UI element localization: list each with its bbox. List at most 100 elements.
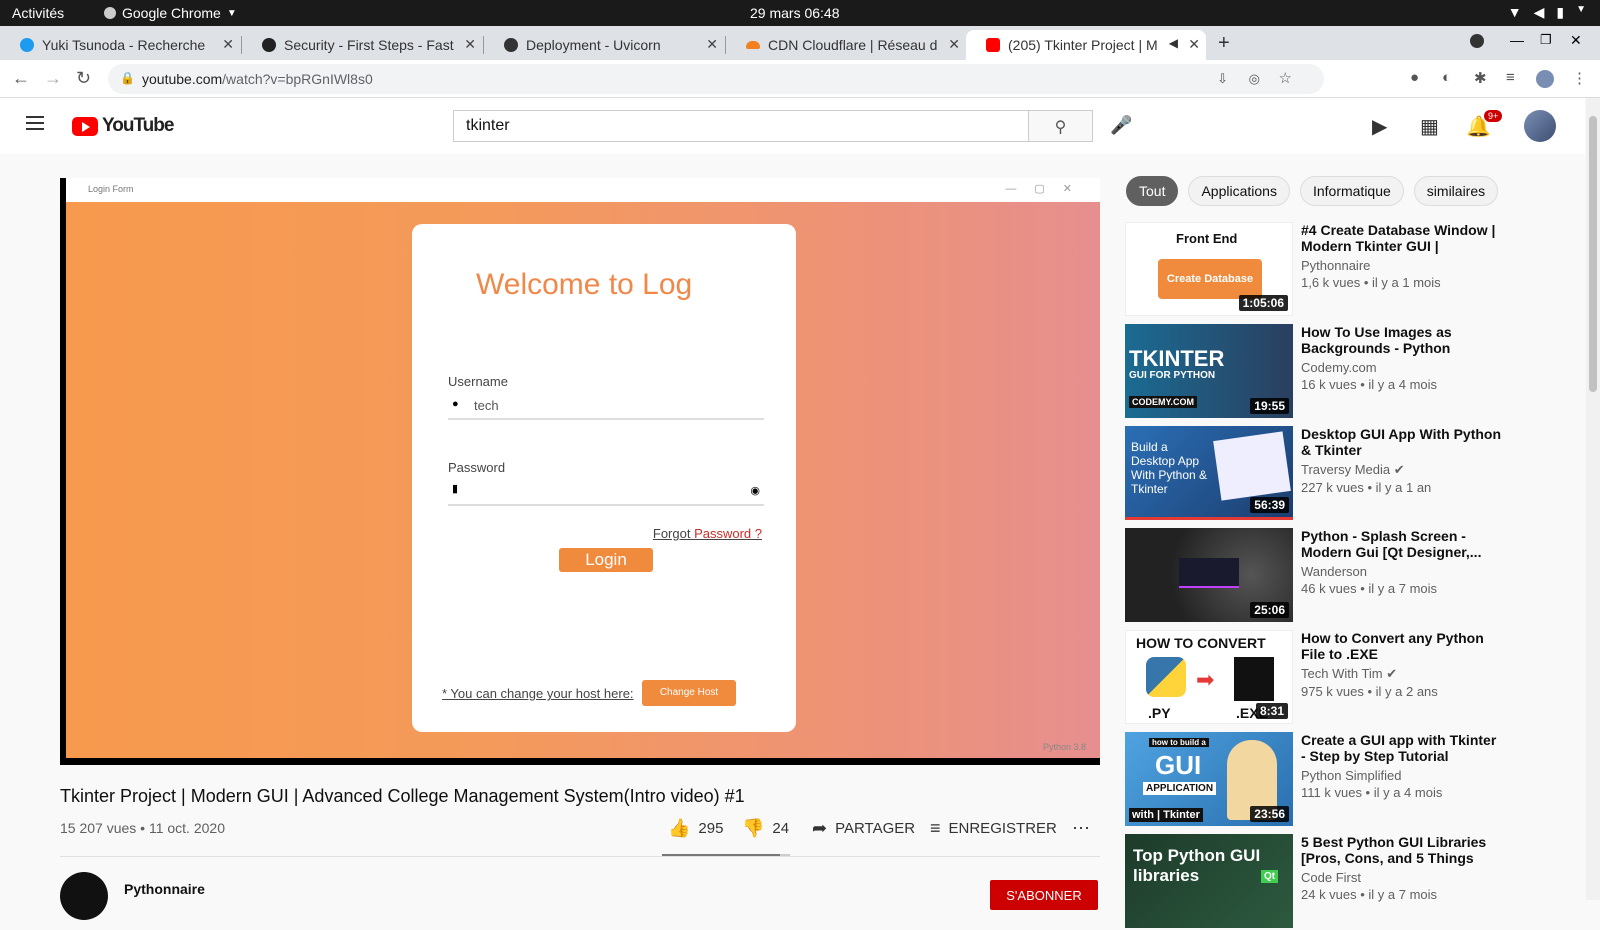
tab-2[interactable]: Deployment - Uvicorn ✕ <box>484 30 724 60</box>
youtube-logo[interactable]: YouTube <box>72 115 174 137</box>
video-thumbnail[interactable]: TKINTER GUI FOR PYTHON CODEMY.COM 19:55 <box>1125 324 1293 418</box>
video-thumbnail[interactable]: Front End Create Database 1:05:06 <box>1125 222 1293 316</box>
video-thumbnail[interactable]: 25:06 <box>1125 528 1293 622</box>
minimize-icon[interactable]: — <box>1510 32 1524 48</box>
puzzle-icon[interactable]: ✱ <box>1474 69 1487 87</box>
speaker-icon[interactable]: ◀ <box>1169 36 1178 50</box>
fastapi-icon <box>262 38 276 52</box>
more-actions-button[interactable]: ⋯ <box>1072 818 1090 839</box>
menu-icon[interactable] <box>26 116 44 130</box>
tab-1[interactable]: Security - First Steps - Fast ✕ <box>242 30 482 60</box>
dislike-button[interactable]: 👎 24 <box>742 818 789 839</box>
close-icon[interactable]: ✕ <box>1188 36 1200 53</box>
duration-badge: 8:31 <box>1255 703 1288 719</box>
tab-search-icon[interactable] <box>1470 34 1484 48</box>
duration-badge: 1:05:06 <box>1238 295 1288 311</box>
cloudflare-icon <box>746 41 760 49</box>
tab-4[interactable]: (205) Tkinter Project | M ◀ ✕ <box>966 30 1206 60</box>
subscribe-button[interactable]: S'ABONNER <box>990 880 1098 910</box>
tab-3[interactable]: CDN Cloudflare | Réseau d ✕ <box>726 30 966 60</box>
browser-toolbar: ← → ↻ 🔒 youtube.com/watch?v=bpRGnIWl8s0 … <box>0 60 1600 98</box>
system-top-bar: Activités Google Chrome ▼ 29 mars 06:48 … <box>0 0 1600 26</box>
app-menu[interactable]: Google Chrome ▼ <box>104 5 237 21</box>
clock[interactable]: 29 mars 06:48 <box>750 5 840 21</box>
extension-icon[interactable]: ● <box>1410 69 1419 86</box>
close-icon[interactable]: ✕ <box>222 36 234 53</box>
chip-applications[interactable]: Applications <box>1188 176 1290 206</box>
activities-button[interactable]: Activités <box>12 5 64 21</box>
page-scrollbar[interactable] <box>1586 98 1600 900</box>
recommendation-item[interactable]: Front End Create Database 1:05:06 #4 Cre… <box>1125 222 1500 318</box>
chrome-icon <box>104 7 116 19</box>
recommendation-item[interactable]: Top Python GUI libraries Qt 5 Best Pytho… <box>1125 834 1500 930</box>
search-button[interactable]: ⚲ <box>1029 110 1093 142</box>
app-titlebar: Login Form —▢✕ <box>66 178 1100 202</box>
thumb-gui-text: GUI <box>1155 750 1202 780</box>
recommendation-item[interactable]: Build a Desktop App With Python & Tkinte… <box>1125 426 1501 522</box>
extension-icon[interactable]: ◐ <box>1442 69 1451 86</box>
welcome-heading: Welcome to Log <box>476 268 693 301</box>
recommendation-item[interactable]: 25:06 Python - Splash Screen - Modern Gu… <box>1125 528 1500 624</box>
new-tab-icon[interactable]: + <box>1218 32 1230 55</box>
apps-grid-icon[interactable]: ▦ <box>1420 114 1439 139</box>
reload-icon[interactable]: ↻ <box>76 68 91 89</box>
tab-0[interactable]: Yuki Tsunoda - Recherche ✕ <box>0 30 240 60</box>
channel-name[interactable]: Pythonnaire <box>124 881 205 897</box>
forgot-password-text: Password ? <box>694 526 762 541</box>
video-thumbnail[interactable]: Build a Desktop App With Python & Tkinte… <box>1125 426 1293 520</box>
video-thumbnail[interactable]: how to build a GUI APPLICATION with | Tk… <box>1125 732 1293 826</box>
chevron-down-icon: ▼ <box>226 7 237 19</box>
star-icon[interactable]: ☆ <box>1279 69 1292 87</box>
video-thumbnail[interactable]: Top Python GUI libraries Qt <box>1125 834 1293 928</box>
avatar[interactable] <box>1524 110 1556 142</box>
system-tray[interactable]: ▼ ◀ ▮ ▼ <box>1508 4 1586 21</box>
create-video-icon[interactable]: ▶ <box>1372 114 1387 139</box>
close-window-icon[interactable]: ✕ <box>1570 32 1582 49</box>
search-input[interactable]: tkinter <box>453 110 1029 142</box>
media-icon[interactable]: ≡ <box>1506 69 1515 86</box>
thumb-footer: CODEMY.COM <box>1129 396 1198 408</box>
forward-icon[interactable]: → <box>44 68 62 89</box>
close-icon[interactable]: ✕ <box>706 36 718 53</box>
share-button[interactable]: ➦ PARTAGER <box>812 818 915 839</box>
wifi-icon: ▼ <box>1507 4 1522 20</box>
thumb-text: Build a Desktop App With Python & Tkinte… <box>1131 440 1208 496</box>
recommendation-stats: 111 k vues • il y a 4 mois <box>1301 785 1443 800</box>
chip-all[interactable]: Tout <box>1126 176 1179 206</box>
microphone-icon[interactable]: 🎤 <box>1110 115 1132 136</box>
recommendation-info: Python - Splash Screen - Modern Gui [Qt … <box>1301 528 1501 596</box>
video-player[interactable]: Login Form —▢✕ Welcome to Log Username ●… <box>60 178 1100 765</box>
login-card: Welcome to Log Username ● tech Password … <box>412 224 796 732</box>
twitter-icon <box>20 38 34 52</box>
close-icon[interactable]: ✕ <box>948 36 960 53</box>
chip-informatique[interactable]: Informatique <box>1299 176 1404 206</box>
share-icon: ➦ <box>812 818 828 838</box>
eye-off-icon[interactable]: ◎ <box>1249 71 1260 87</box>
recommendation-item[interactable]: HOW TO CONVERT ➡ .PY .EXE 8:31 How to Co… <box>1125 630 1500 726</box>
lock-icon[interactable]: 🔒 <box>120 71 135 85</box>
divider <box>60 856 1100 857</box>
thumb-text: TKINTER <box>1129 346 1225 371</box>
recommendation-item[interactable]: how to build a GUI APPLICATION with | Tk… <box>1125 732 1500 828</box>
back-icon[interactable]: ← <box>12 68 30 89</box>
channel-avatar[interactable] <box>60 872 108 920</box>
thumb-small-text: how to build a <box>1149 738 1209 747</box>
forgot-text: Forgot <box>652 526 691 541</box>
install-icon[interactable]: ⇩ <box>1217 71 1228 87</box>
menu-icon[interactable]: ⋮ <box>1572 69 1587 87</box>
chip-similaires[interactable]: similaires <box>1413 176 1499 206</box>
address-bar[interactable]: 🔒 youtube.com/watch?v=bpRGnIWl8s0 ⇩ ◎ ☆ <box>108 64 1324 94</box>
scrollbar-thumb[interactable] <box>1589 116 1597 392</box>
recommendation-item[interactable]: TKINTER GUI FOR PYTHON CODEMY.COM 19:55 … <box>1125 324 1500 420</box>
video-thumbnail[interactable]: HOW TO CONVERT ➡ .PY .EXE 8:31 <box>1125 630 1293 724</box>
restore-icon[interactable]: ❐ <box>1540 32 1552 48</box>
like-button[interactable]: 👍 295 <box>668 818 723 839</box>
recommendation-info: 5 Best Python GUI Libraries [Pros, Cons,… <box>1301 834 1501 902</box>
save-button[interactable]: ≡ ENREGISTRER <box>930 818 1057 839</box>
url-text[interactable]: youtube.com/watch?v=bpRGnIWl8s0 <box>142 71 373 87</box>
video-title: Tkinter Project | Modern GUI | Advanced … <box>60 786 745 806</box>
recommendation-info: How to Convert any Python File to .EXE T… <box>1301 630 1501 699</box>
profile-icon[interactable] <box>1536 70 1554 88</box>
close-icon[interactable]: ✕ <box>464 36 476 53</box>
screenshot-thumb <box>1213 431 1291 501</box>
